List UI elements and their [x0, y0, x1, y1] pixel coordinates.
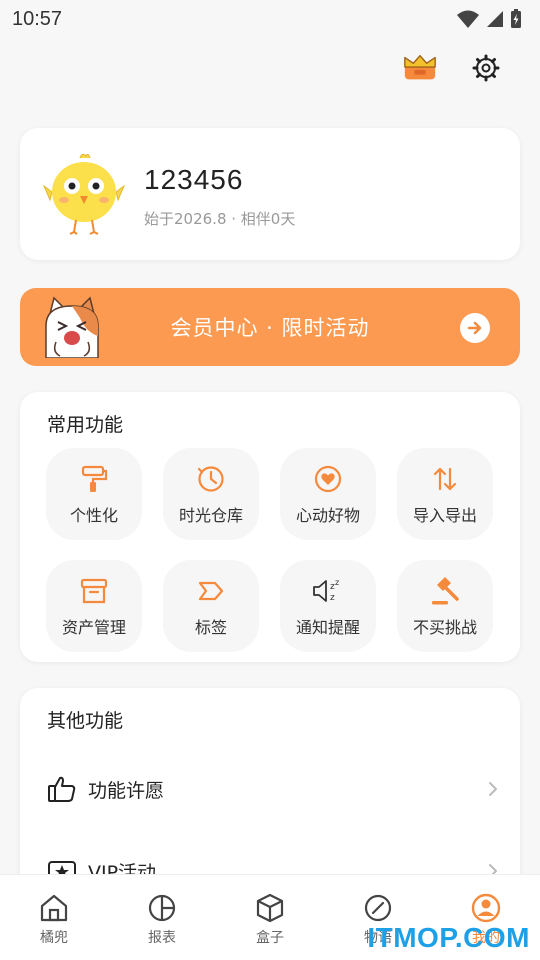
user-circle-icon [471, 893, 501, 923]
arrow-right-button[interactable] [460, 313, 490, 343]
tile-label: 资产管理 [61, 618, 126, 637]
tab-label: 橘兜 [40, 930, 68, 946]
tile-label: 通知提醒 [295, 618, 360, 637]
settings-button[interactable] [468, 50, 504, 86]
tab-box[interactable]: 盒子 [220, 891, 320, 947]
tile-favorites[interactable]: 心动好物 [280, 448, 376, 540]
tile-personalize[interactable]: 个性化 [46, 448, 142, 540]
tile-label: 心动好物 [295, 506, 360, 525]
tab-label: 报表 [148, 930, 176, 946]
crown-icon [404, 54, 436, 80]
arrow-right-icon [467, 321, 482, 335]
transfer-arrows-icon [433, 467, 457, 491]
battery-icon [511, 9, 521, 28]
gear-icon [472, 54, 500, 82]
common-functions-card: 常用功能 个性化 时光仓库 心动好物 导入导出 资产管理 标签 zzz 通知提醒 [20, 392, 520, 662]
tile-label: 导入导出 [412, 506, 477, 525]
wifi-icon [457, 10, 479, 28]
tile-label: 标签 [194, 618, 227, 637]
gavel-icon [432, 577, 459, 605]
thumbs-up-icon [48, 776, 76, 802]
chevron-right-icon [489, 782, 497, 796]
box-icon [256, 893, 284, 923]
tile-label: 个性化 [69, 506, 118, 525]
tab-home[interactable]: 橘兜 [4, 891, 104, 947]
tile-tags[interactable]: 标签 [163, 560, 259, 652]
row-label: 功能许愿 [88, 779, 165, 802]
vip-banner[interactable]: 会员中心 · 限时活动 [20, 288, 520, 366]
paint-roller-icon [81, 465, 108, 492]
tab-label: 盒子 [256, 930, 284, 946]
common-functions-title: 常用功能 [47, 414, 124, 436]
home-icon [40, 894, 68, 922]
tile-import-export[interactable]: 导入导出 [397, 448, 493, 540]
top-actions [402, 50, 504, 86]
common-functions-grid: 个性化 时光仓库 心动好物 导入导出 资产管理 标签 zzz 通知提醒 不买挑战 [46, 448, 493, 652]
status-time: 10:57 [12, 7, 63, 30]
archive-box-icon [80, 578, 108, 604]
heart-icon [314, 465, 342, 493]
svg-text:z: z [330, 593, 335, 603]
clock-icon [197, 466, 224, 492]
tile-notifications[interactable]: zzz 通知提醒 [280, 560, 376, 652]
tag-icon [198, 581, 224, 601]
compass-icon [364, 894, 392, 922]
row-feature-wish[interactable]: 功能许愿 [46, 764, 500, 814]
crown-vip-button[interactable] [402, 50, 438, 86]
speaker-icon: z zz [313, 578, 339, 603]
username: 123456 [144, 164, 244, 195]
tile-label: 时光仓库 [178, 506, 243, 525]
tile-asset-management[interactable]: 资产管理 [46, 560, 142, 652]
avatar[interactable] [42, 152, 126, 236]
watermark-logo: ITMOP.COM [367, 922, 530, 953]
member-since: 始于2026.8 · 相伴0天 [144, 210, 296, 228]
profile-card[interactable]: 123456 始于2026.8 · 相伴0天 [20, 128, 520, 260]
status-bar: 10:57 [0, 0, 540, 38]
svg-text:z: z [335, 578, 339, 587]
tab-report[interactable]: 报表 [112, 891, 212, 947]
tile-no-buy-challenge[interactable]: 不买挑战 [397, 560, 493, 652]
tile-label: 不买挑战 [412, 618, 477, 637]
vip-banner-label: 会员中心 · 限时活动 [170, 316, 370, 340]
pie-chart-icon [148, 894, 176, 922]
other-functions-title: 其他功能 [47, 710, 124, 732]
system-icons [456, 9, 522, 29]
tile-time-storage[interactable]: 时光仓库 [163, 448, 259, 540]
signal-icon [487, 11, 503, 27]
